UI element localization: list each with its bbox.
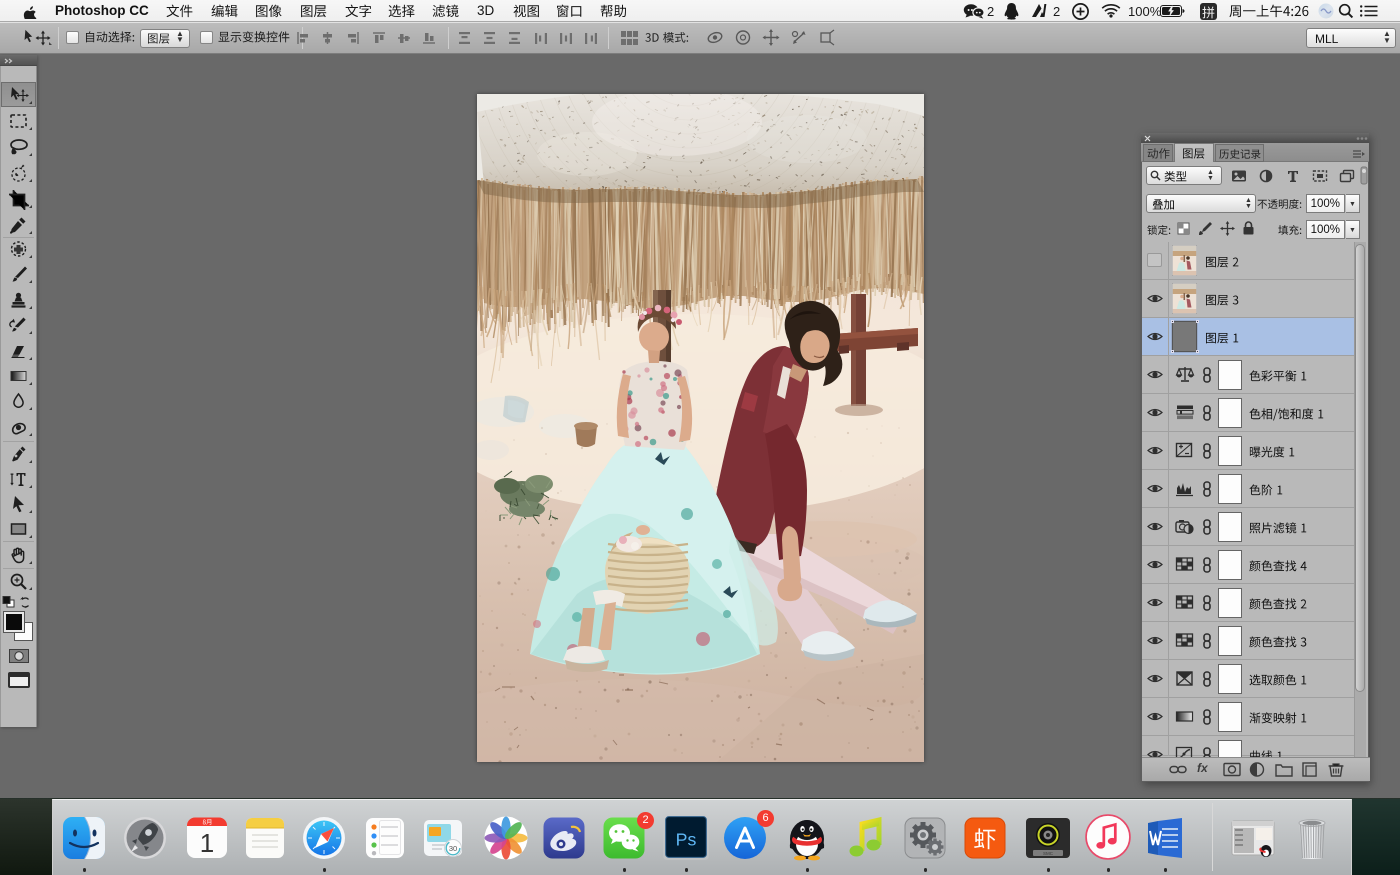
svg-text:Ps: Ps — [676, 829, 697, 849]
svg-text:1: 1 — [200, 828, 214, 858]
svg-text:SMC: SMC — [1043, 851, 1054, 856]
svg-text:30: 30 — [449, 844, 457, 853]
